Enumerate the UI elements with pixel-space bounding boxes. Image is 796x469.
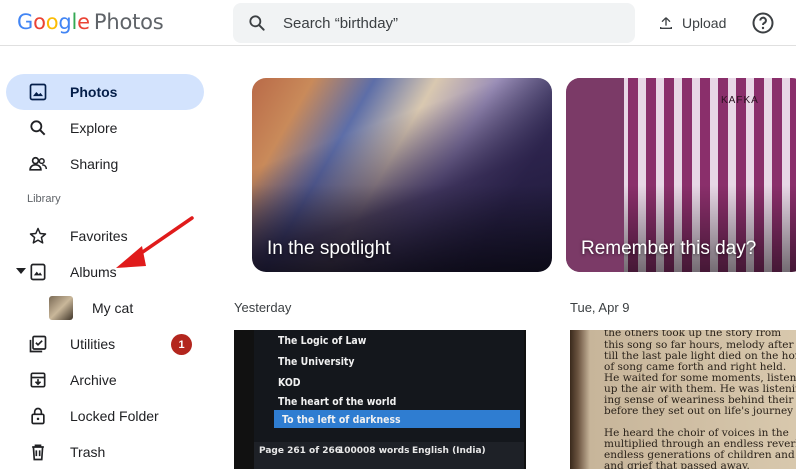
page-text-line: before they set out on life's journey th… <box>604 405 796 417</box>
upload-button[interactable]: Upload <box>650 8 734 38</box>
photo-icon <box>29 83 47 101</box>
page-text-line: the others took up the story from <box>604 330 782 339</box>
sidebar-item-label: My cat <box>92 300 134 316</box>
memory-card-title: Remember this day? <box>581 238 757 259</box>
star-icon <box>29 227 47 244</box>
book-cover-text: KAFKA <box>721 95 759 106</box>
chevron-down-icon[interactable] <box>16 268 26 274</box>
memory-card-remember[interactable]: KAFKA Remember this day? <box>566 78 796 272</box>
notification-badge: 1 <box>171 334 192 355</box>
archive-icon <box>30 372 46 388</box>
album-icon <box>30 263 46 281</box>
ereader-footer-text: Page 261 of 266 <box>259 446 342 456</box>
ereader-footer-text: 100008 words <box>338 446 410 456</box>
date-section-label: Tue, Apr 9 <box>570 300 630 315</box>
product-name: Photos <box>93 10 164 34</box>
annotation-arrow-icon <box>116 216 194 268</box>
sidebar-item-archive[interactable]: Archive <box>6 362 204 398</box>
help-icon[interactable] <box>751 11 775 35</box>
sidebar-item-label: Locked Folder <box>70 408 159 424</box>
search-bar[interactable]: Search “birthday” <box>233 3 635 43</box>
upload-icon <box>660 17 672 29</box>
logo-letter: o <box>33 10 46 34</box>
search-icon[interactable] <box>247 13 267 33</box>
upload-label: Upload <box>682 15 727 31</box>
logo-letter: g <box>58 10 72 34</box>
ereader-menu-item: To the left of darkness <box>282 413 401 426</box>
ereader-menu-item: The University <box>278 355 355 368</box>
sidebar-item-locked-folder[interactable]: Locked Folder <box>6 398 204 434</box>
memory-card-spotlight[interactable]: In the spotlight <box>252 78 552 272</box>
sidebar-item-label: Utilities <box>70 336 116 352</box>
ereader-menu-item: KOD <box>278 376 301 389</box>
sidebar-item-photos[interactable]: Photos <box>6 74 204 110</box>
ereader-menu-item: The Logic of Law <box>278 334 367 347</box>
photo-thumbnail[interactable]: the others took up the story from this s… <box>570 330 796 469</box>
sidebar-item-my-cat[interactable]: My cat <box>6 290 204 326</box>
sidebar-item-trash[interactable]: Trash <box>6 434 204 469</box>
search-icon <box>30 120 46 136</box>
memory-card-title: In the spotlight <box>267 238 391 259</box>
photo-thumbnail[interactable]: The Logic of Law The University KOD The … <box>234 330 526 469</box>
ereader-menu-item: The heart of the world <box>278 395 397 408</box>
ereader-footer-text: English (India) <box>412 446 486 456</box>
album-thumbnail <box>49 296 73 320</box>
date-section-label: Yesterday <box>234 300 292 315</box>
sidebar-item-label: Photos <box>70 84 118 100</box>
trash-icon <box>32 444 44 461</box>
google-photos-logo[interactable]: Google Photos <box>17 10 164 34</box>
people-icon <box>29 156 48 171</box>
sidebar-item-utilities[interactable]: Utilities 1 <box>6 326 204 362</box>
utilities-icon <box>29 335 47 353</box>
sidebar-item-label: Albums <box>70 264 117 280</box>
lock-icon <box>31 407 45 425</box>
app-header: Google Photos Search “birthday” Upload <box>0 0 796 46</box>
library-section-label: Library <box>27 193 61 205</box>
logo-letter: e <box>77 10 90 34</box>
logo-letter: G <box>17 10 34 34</box>
sidebar-item-label: Trash <box>70 444 106 460</box>
sidebar-item-label: Archive <box>70 372 117 388</box>
page-text-line: and grief that passed away. <box>604 460 750 469</box>
sidebar-item-label: Explore <box>70 120 118 136</box>
sidebar-item-label: Sharing <box>70 156 119 172</box>
search-input[interactable]: Search “birthday” <box>283 15 398 32</box>
logo-letter: o <box>45 10 59 34</box>
sidebar-item-sharing[interactable]: Sharing <box>6 146 204 182</box>
sidebar-item-explore[interactable]: Explore <box>6 110 204 146</box>
